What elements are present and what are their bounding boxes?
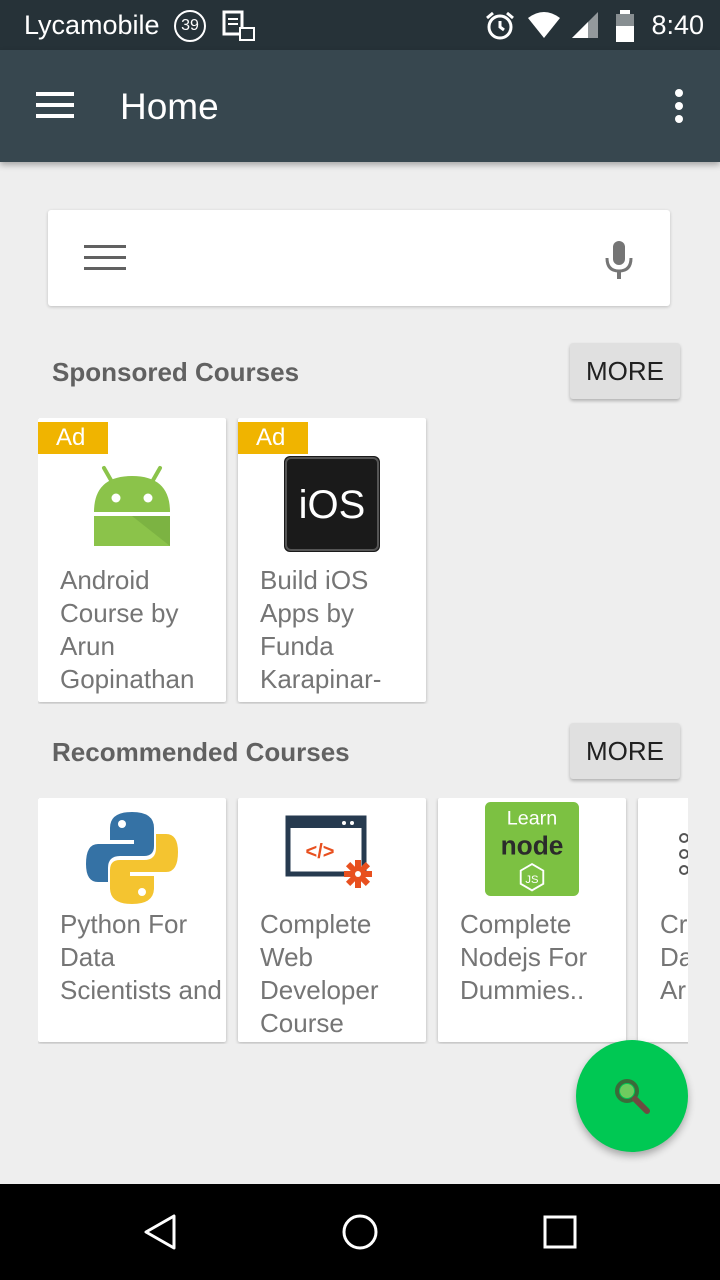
search-fab-button[interactable] [576, 1040, 688, 1152]
course-title: Complete Nodejs For Dummies.. [460, 909, 588, 1005]
app-bar: Home [0, 50, 720, 162]
android-icon [94, 466, 170, 546]
search-menu-icon[interactable] [84, 244, 126, 272]
nodejs-icon-js: JS [525, 874, 538, 886]
course-title: Android Course by Arun Gopinathan [60, 565, 195, 694]
battery-icon [616, 10, 634, 42]
nodejs-icon: Learn node JS [485, 802, 579, 896]
alarm-icon [486, 11, 514, 40]
partial-course-icon [679, 833, 688, 875]
course-title: Complete Web Developer Course [260, 909, 379, 1038]
course-card[interactable]: Python For Data Scientists and [38, 798, 226, 1042]
course-card[interactable]: </> Complete Web Developer Course [238, 798, 426, 1042]
system-navigation-bar [0, 1184, 720, 1280]
page-title: Home [120, 86, 219, 127]
clock: 8:40 [651, 10, 704, 40]
home-icon[interactable] [340, 1212, 380, 1252]
hamburger-menu-icon[interactable] [36, 90, 76, 120]
course-title: Python For Data Scientists and [60, 909, 222, 1005]
recents-icon[interactable] [540, 1212, 580, 1252]
ios-icon: iOS [284, 456, 380, 552]
status-bar: Lycamobile 39 8:40 [0, 0, 720, 50]
nodejs-icon-node: node [501, 831, 564, 861]
recommended-more-button[interactable]: MORE [570, 723, 680, 779]
microphone-icon[interactable] [604, 240, 634, 280]
recommended-courses-row: Python For Data Scientists and </> Compl… [38, 798, 688, 1044]
course-title: Build iOS Apps by Funda Karapinar- [260, 565, 382, 694]
wifi-icon [528, 12, 560, 38]
course-title: Cr Da Ar [660, 909, 688, 1005]
sponsored-courses-row: Ad Android Course by Arun Gopinathan Ad … [38, 418, 688, 704]
sponsored-more-button[interactable]: MORE [570, 343, 680, 399]
course-card[interactable]: Learn node JS Complete Nodejs For Dummie… [438, 798, 626, 1042]
cell-signal-icon [572, 12, 598, 38]
web-dev-icon-text: </> [306, 841, 335, 863]
carrier-name: Lycamobile [24, 10, 160, 40]
ios-icon-text: iOS [299, 483, 366, 527]
web-dev-icon: </> [285, 815, 372, 888]
overflow-menu-icon[interactable] [674, 88, 684, 124]
sponsored-courses-heading: Sponsored Courses [52, 357, 300, 387]
course-card[interactable]: Ad Android Course by Arun Gopinathan [38, 418, 226, 702]
search-bar[interactable] [48, 210, 670, 306]
recommended-courses-heading: Recommended Courses [52, 737, 350, 767]
course-card[interactable]: Cr Da Ar [638, 798, 688, 1042]
python-icon [86, 812, 178, 904]
ad-badge: Ad [238, 422, 308, 454]
sim-storage-icon [222, 10, 255, 41]
nodejs-icon-learn: Learn [507, 808, 557, 830]
notification-count-badge: 39 [174, 10, 206, 42]
search-input[interactable] [158, 234, 582, 284]
back-icon[interactable] [140, 1212, 180, 1252]
ad-badge: Ad [38, 422, 108, 454]
course-card[interactable]: Ad iOS Build iOS Apps by Funda Karapinar… [238, 418, 426, 702]
search-icon [615, 1079, 650, 1114]
